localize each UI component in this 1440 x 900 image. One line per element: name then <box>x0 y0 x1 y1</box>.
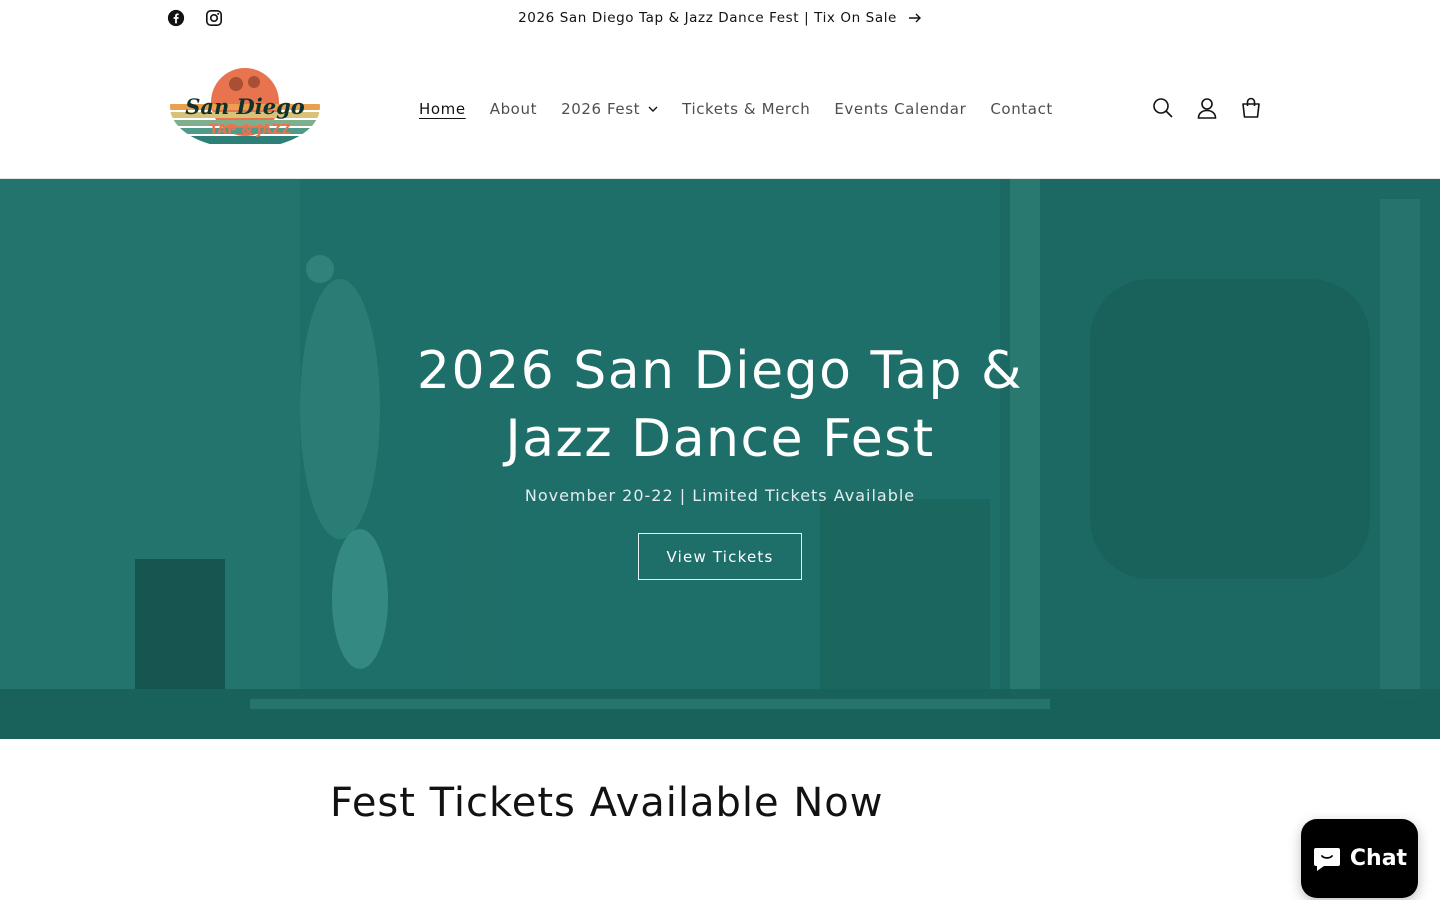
view-tickets-button[interactable]: View Tickets <box>638 533 802 580</box>
nav-item-label: Contact <box>990 100 1053 118</box>
logo-text-line1: San Diego <box>185 94 305 119</box>
chevron-down-icon <box>648 106 658 112</box>
chat-button[interactable]: Chat <box>1301 819 1418 898</box>
site-logo[interactable]: San Diego TAP & JAZZ <box>168 64 322 150</box>
chat-label: Chat <box>1349 846 1408 871</box>
nav-item-2026-fest[interactable]: 2026 Fest <box>549 97 670 121</box>
nav-item-label: Tickets & Merch <box>682 100 811 118</box>
header-icons <box>1150 94 1264 122</box>
search-icon <box>1153 98 1173 118</box>
nav-item-label: Events Calendar <box>834 100 967 118</box>
nav-item-label: Home <box>419 100 466 118</box>
hero-subtitle: November 20-22 | Limited Tickets Availab… <box>524 486 916 505</box>
nav-item-about[interactable]: About <box>478 97 549 121</box>
nav-item-contact[interactable]: Contact <box>978 97 1065 121</box>
announcement-link[interactable]: 2026 San Diego Tap & Jazz Dance Fest | T… <box>0 10 1440 26</box>
hero-banner: 2026 San Diego Tap & Jazz Dance Fest Nov… <box>0 179 1440 739</box>
logo-text-line2: TAP & JAZZ <box>209 123 291 138</box>
announcement-bar: 2026 San Diego Tap & Jazz Dance Fest | T… <box>0 0 1440 38</box>
announcement-text: 2026 San Diego Tap & Jazz Dance Fest | T… <box>518 10 897 26</box>
main-nav: Home About 2026 Fest Tickets & Merch Eve… <box>407 97 1065 121</box>
nav-item-tickets-merch[interactable]: Tickets & Merch <box>670 97 822 121</box>
hero-title: 2026 San Diego Tap & Jazz Dance Fest <box>416 341 1024 469</box>
nav-item-home[interactable]: Home <box>407 97 478 121</box>
nav-item-label: About <box>489 100 538 118</box>
arrow-right-icon <box>908 13 921 23</box>
account-icon <box>1197 98 1217 119</box>
nav-item-label: 2026 Fest <box>561 100 641 118</box>
hero-content: 2026 San Diego Tap & Jazz Dance Fest Nov… <box>0 179 1440 739</box>
cart-button[interactable] <box>1238 94 1264 122</box>
site-header: San Diego TAP & JAZZ Home About 2026 Fes… <box>0 38 1440 179</box>
section-title: Fest Tickets Available Now <box>330 780 884 826</box>
account-button[interactable] <box>1194 94 1220 122</box>
chat-bubble-icon <box>1313 847 1340 871</box>
cart-icon <box>1242 97 1260 118</box>
search-button[interactable] <box>1150 94 1176 122</box>
nav-item-events-calendar[interactable]: Events Calendar <box>822 97 978 121</box>
